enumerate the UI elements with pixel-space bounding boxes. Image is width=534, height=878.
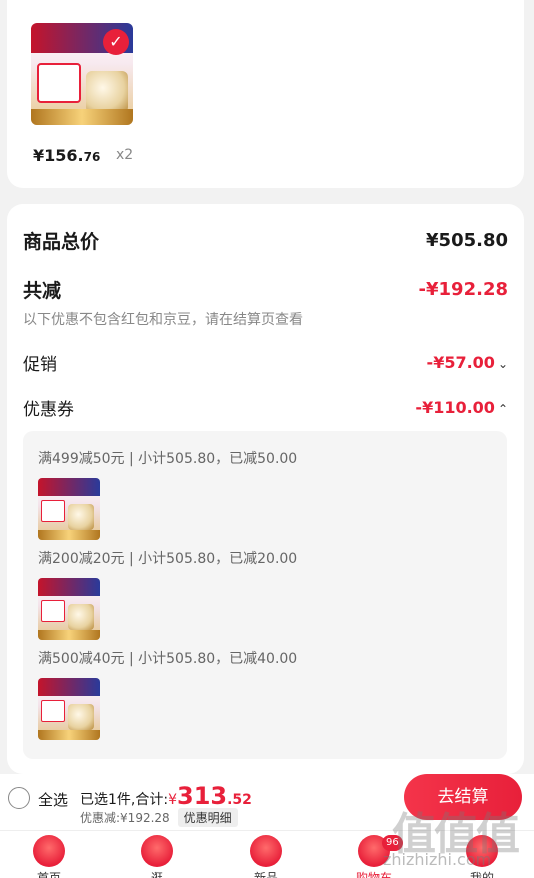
coupon-value: -¥110.00 (415, 398, 495, 417)
order-summary: 已选1件,合计:¥313.52 (80, 782, 252, 810)
tab-home[interactable]: 首页 (9, 835, 89, 878)
tab-label: 首页 (36, 871, 61, 878)
promo-value-wrap: -¥57.00 ⌄ (427, 353, 508, 372)
coupon-product-image[interactable] (38, 678, 100, 740)
product-sticker (41, 500, 65, 522)
select-all-radio[interactable] (8, 787, 30, 809)
discount-text: 优惠减:¥192.28 (80, 811, 170, 825)
product-cans (86, 71, 128, 113)
coupon-item: 满200减20元 | 小计505.80，已减20.00 (38, 551, 298, 567)
selected-text: 已选1件,合计: (80, 792, 169, 808)
chevron-down-icon: ⌄ (497, 357, 508, 371)
product-cans (68, 704, 94, 730)
product-sticker (41, 600, 65, 622)
price-detail-card: 商品总价 ¥505.80 共减 -¥192.28 以下优惠不包含红包和京豆，请在… (7, 204, 524, 774)
coupon-list: 满499减50元 | 小计505.80，已减50.00 满200减20元 | 小… (23, 431, 507, 759)
promo-row[interactable]: 促销 -¥57.00 ⌄ (23, 350, 508, 375)
tab-new-product[interactable]: 新品 (226, 835, 306, 878)
coupon-item: 满499减50元 | 小计505.80，已减50.00 (38, 451, 298, 467)
product-base (38, 530, 100, 540)
reduce-label: 共减 (23, 280, 62, 302)
watermark-url: zhizhizhi.com (383, 850, 492, 869)
tab-label: 我的 (469, 871, 494, 878)
product-banner (38, 678, 100, 696)
product-cans (68, 504, 94, 530)
product-quantity: x2 (116, 147, 134, 163)
product-base (31, 109, 133, 125)
coupon-product-image[interactable] (38, 578, 100, 640)
check-icon: ✓ (103, 29, 129, 55)
explore-icon (141, 835, 173, 867)
total-amount-dec: .52 (227, 792, 252, 808)
select-all-label[interactable]: 全选 (38, 789, 68, 810)
product-sticker (41, 700, 65, 722)
product-banner (38, 478, 100, 496)
product-base (38, 730, 100, 740)
home-icon (33, 835, 65, 867)
reduce-value: -¥192.28 (418, 279, 508, 300)
product-base (38, 630, 100, 640)
tab-label: 逛 (150, 871, 163, 878)
coupon-value-wrap: -¥110.00 ⌃ (415, 398, 508, 417)
coupon-label: 优惠券 (23, 400, 74, 420)
chevron-up-icon: ⌃ (497, 402, 508, 416)
currency-symbol: ¥ (168, 792, 177, 808)
product-banner (38, 578, 100, 596)
total-label: 商品总价 (23, 231, 100, 253)
product-image[interactable]: ✓ (31, 23, 133, 125)
discount-line: 优惠减:¥192.28 优惠明细 (80, 808, 238, 827)
promo-value: -¥57.00 (426, 353, 495, 372)
coupon-product-image[interactable] (38, 478, 100, 540)
promo-label: 促销 (23, 355, 57, 375)
new-product-icon (250, 835, 282, 867)
tab-label: 购物车 (355, 871, 392, 878)
discount-detail-button[interactable]: 优惠明细 (177, 808, 238, 827)
discount-note: 以下优惠不包含红包和京豆，请在结算页查看 (23, 312, 303, 328)
product-price: ¥156.76 (33, 146, 101, 165)
total-value: ¥505.80 (426, 230, 508, 251)
coupon-row[interactable]: 优惠券 -¥110.00 ⌃ (23, 395, 508, 420)
reduce-row: 共减 -¥192.28 (23, 276, 508, 303)
total-amount-int: 313 (177, 782, 228, 810)
coupon-item: 满500减40元 | 小计505.80，已减40.00 (38, 651, 298, 667)
product-sticker (37, 63, 81, 103)
tab-explore[interactable]: 逛 (117, 835, 197, 878)
total-row: 商品总价 ¥505.80 (23, 227, 508, 254)
tab-label: 新品 (253, 871, 278, 878)
product-cans (68, 604, 94, 630)
